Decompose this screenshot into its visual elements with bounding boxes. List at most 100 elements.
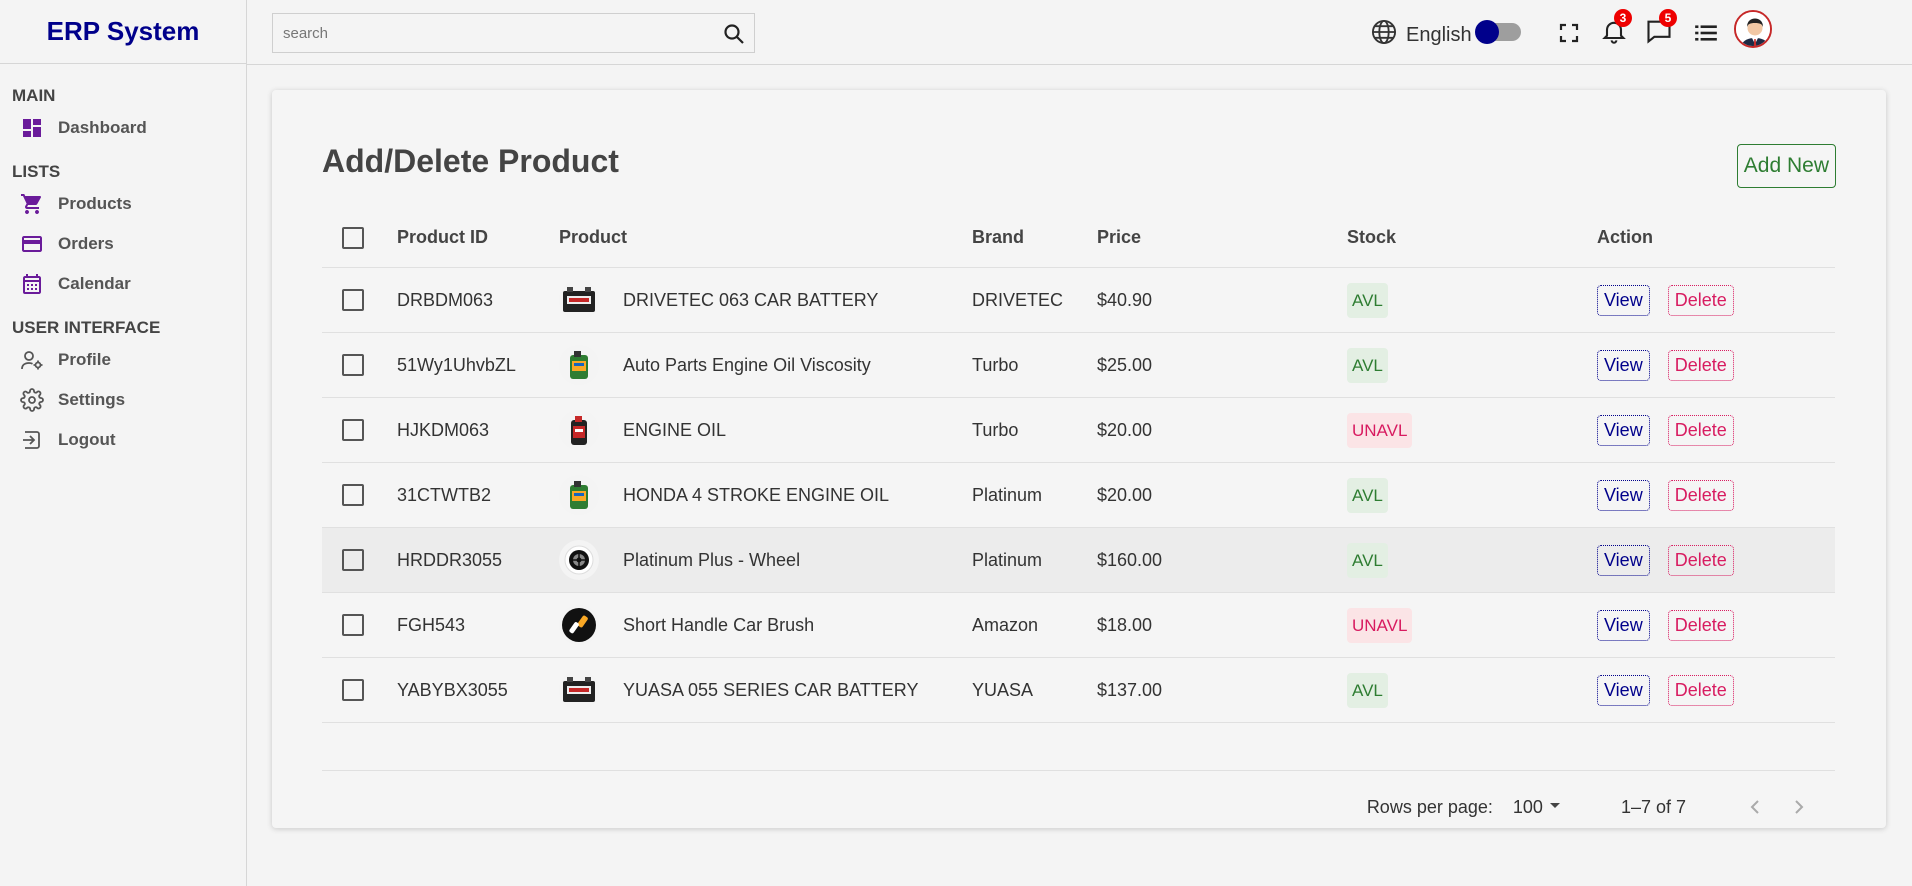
search-input[interactable] — [273, 24, 703, 42]
notifications-button[interactable]: 3 — [1599, 9, 1632, 48]
column-header-stock[interactable]: Stock — [1347, 227, 1396, 248]
row-checkbox[interactable] — [342, 484, 364, 506]
prev-page-button[interactable] — [1740, 792, 1770, 822]
action-cell: View Delete — [1597, 544, 1734, 576]
stock-cell: AVL — [1347, 282, 1388, 318]
product-cell: DRIVETEC 063 CAR BATTERY — [559, 280, 878, 320]
delete-button[interactable]: Delete — [1667, 284, 1734, 316]
view-button[interactable]: View — [1597, 609, 1650, 641]
calendar-icon — [20, 272, 44, 296]
product-brand: Turbo — [972, 419, 1019, 440]
table-row[interactable]: YABYBX3055 YUASA 055 SERIES CAR BATTERY YU… — [322, 658, 1835, 723]
column-header-price[interactable]: Price — [1097, 227, 1141, 248]
app-logo[interactable]: ERP System — [0, 0, 246, 64]
product-name: Auto Parts Engine Oil Viscosity — [623, 354, 871, 375]
sidebar-item-logout[interactable]: Logout — [0, 420, 246, 460]
profile-icon — [20, 348, 44, 372]
table-row[interactable]: 31CTWTB2 HONDA 4 STROKE ENGINE OIL Platinu… — [322, 463, 1835, 528]
delete-button[interactable]: Delete — [1667, 414, 1734, 446]
table-row[interactable]: DRBDM063 DRIVETEC 063 CAR BATTERY DRIVETEC… — [322, 268, 1835, 333]
action-cell: View Delete — [1597, 284, 1734, 316]
table-row[interactable]: 51Wy1UhvbZL Auto Parts Engine Oil Viscosi… — [322, 333, 1835, 398]
sidebar-item-orders[interactable]: Orders — [0, 224, 246, 264]
table-row[interactable]: HJKDM063 ENGINE OIL Turbo $20.00 UNAVL View De… — [322, 398, 1835, 463]
sidebar-item-label: Profile — [58, 350, 111, 369]
next-page-button[interactable] — [1784, 792, 1814, 822]
view-button[interactable]: View — [1597, 414, 1650, 446]
row-checkbox[interactable] — [342, 354, 364, 376]
product-brand: Turbo — [972, 354, 1019, 375]
delete-button[interactable]: Delete — [1667, 479, 1734, 511]
notifications-badge: 3 — [1614, 9, 1632, 27]
column-header-brand[interactable]: Brand — [972, 227, 1024, 248]
stock-cell: AVL — [1347, 477, 1388, 513]
view-button[interactable]: View — [1597, 479, 1650, 511]
delete-button[interactable]: Delete — [1667, 544, 1734, 576]
action-cell: View Delete — [1597, 479, 1734, 511]
action-cell: View Delete — [1597, 414, 1734, 446]
avatar[interactable] — [1734, 10, 1772, 48]
dark-mode-toggle[interactable] — [1475, 20, 1521, 44]
fullscreen-icon[interactable] — [1554, 18, 1584, 48]
delete-button[interactable]: Delete — [1667, 349, 1734, 381]
row-checkbox[interactable] — [342, 679, 364, 701]
sidebar-item-label: Dashboard — [58, 118, 147, 137]
page-title: Add/Delete Product — [322, 143, 619, 179]
row-checkbox[interactable] — [342, 549, 364, 571]
column-header-product[interactable]: Product — [559, 227, 627, 248]
row-checkbox[interactable] — [342, 614, 364, 636]
column-header-action[interactable]: Action — [1597, 227, 1653, 248]
product-brand: Platinum — [972, 549, 1043, 570]
sidebar-item-calendar[interactable]: Calendar — [0, 264, 246, 304]
column-header-id[interactable]: Product ID — [397, 227, 488, 248]
stock-badge: AVL — [1347, 477, 1388, 513]
search-box — [272, 13, 755, 53]
sidebar-item-dashboard[interactable]: Dashboard — [0, 108, 246, 148]
app-root: ERP System MAIN Dashboard LISTS Products — [0, 0, 1912, 886]
sidebar-item-settings[interactable]: Settings — [0, 380, 246, 420]
delete-button[interactable]: Delete — [1667, 674, 1734, 706]
sidebar-item-profile[interactable]: Profile — [0, 340, 246, 380]
rows-per-page-value: 100 — [1512, 796, 1543, 817]
product-cell: YUASA 055 SERIES CAR BATTERY — [559, 670, 918, 710]
delete-button[interactable]: Delete — [1667, 609, 1734, 641]
add-new-button[interactable]: Add New — [1736, 144, 1836, 188]
list-icon[interactable] — [1691, 18, 1721, 48]
stock-badge: AVL — [1347, 542, 1388, 578]
product-price: $137.00 — [1097, 679, 1163, 700]
credit-card-icon — [20, 232, 44, 256]
pagination-range: 1–7 of 7 — [1620, 796, 1686, 817]
product-price: $18.00 — [1097, 614, 1153, 635]
product-id: DRBDM063 — [397, 289, 494, 310]
search-icon[interactable] — [722, 22, 746, 51]
product-brand: Amazon — [972, 614, 1039, 635]
product-brand: YUASA — [972, 679, 1034, 700]
sidebar-section-main: MAIN — [12, 86, 56, 105]
sidebar-item-products[interactable]: Products — [0, 184, 246, 224]
product-price: $20.00 — [1097, 419, 1153, 440]
stock-cell: AVL — [1347, 347, 1388, 383]
view-button[interactable]: View — [1597, 349, 1650, 381]
globe-icon — [1370, 18, 1398, 52]
table-row[interactable]: FGH543 Short Handle Car Brush Amazon $18.00… — [322, 593, 1835, 658]
product-thumbnail — [559, 280, 599, 320]
row-checkbox[interactable] — [342, 289, 364, 311]
view-button[interactable]: View — [1597, 544, 1650, 576]
select-all-checkbox[interactable] — [342, 226, 364, 249]
rows-per-page-label: Rows per page: — [1366, 796, 1493, 817]
table-row[interactable]: HRDDR3055 Platinum Plus - Wheel Platinum $1… — [322, 528, 1835, 593]
view-button[interactable]: View — [1597, 674, 1650, 706]
language-selector[interactable]: English — [1370, 18, 1472, 52]
product-thumbnail — [559, 410, 599, 450]
pagination: Rows per page: 100 1–7 of 7 — [1367, 792, 1814, 822]
messages-button[interactable]: 5 — [1644, 9, 1677, 48]
action-cell: View Delete — [1597, 609, 1734, 641]
row-checkbox[interactable] — [342, 419, 364, 441]
rows-per-page-select[interactable]: 100 — [1513, 793, 1567, 822]
sidebar-item-label: Calendar — [58, 274, 131, 293]
product-price: $25.00 — [1097, 354, 1153, 375]
messages-badge: 5 — [1659, 9, 1677, 27]
view-button[interactable]: View — [1597, 284, 1650, 316]
action-cell: View Delete — [1597, 674, 1734, 706]
sidebar-section-user-interface: USER INTERFACE — [12, 318, 161, 337]
